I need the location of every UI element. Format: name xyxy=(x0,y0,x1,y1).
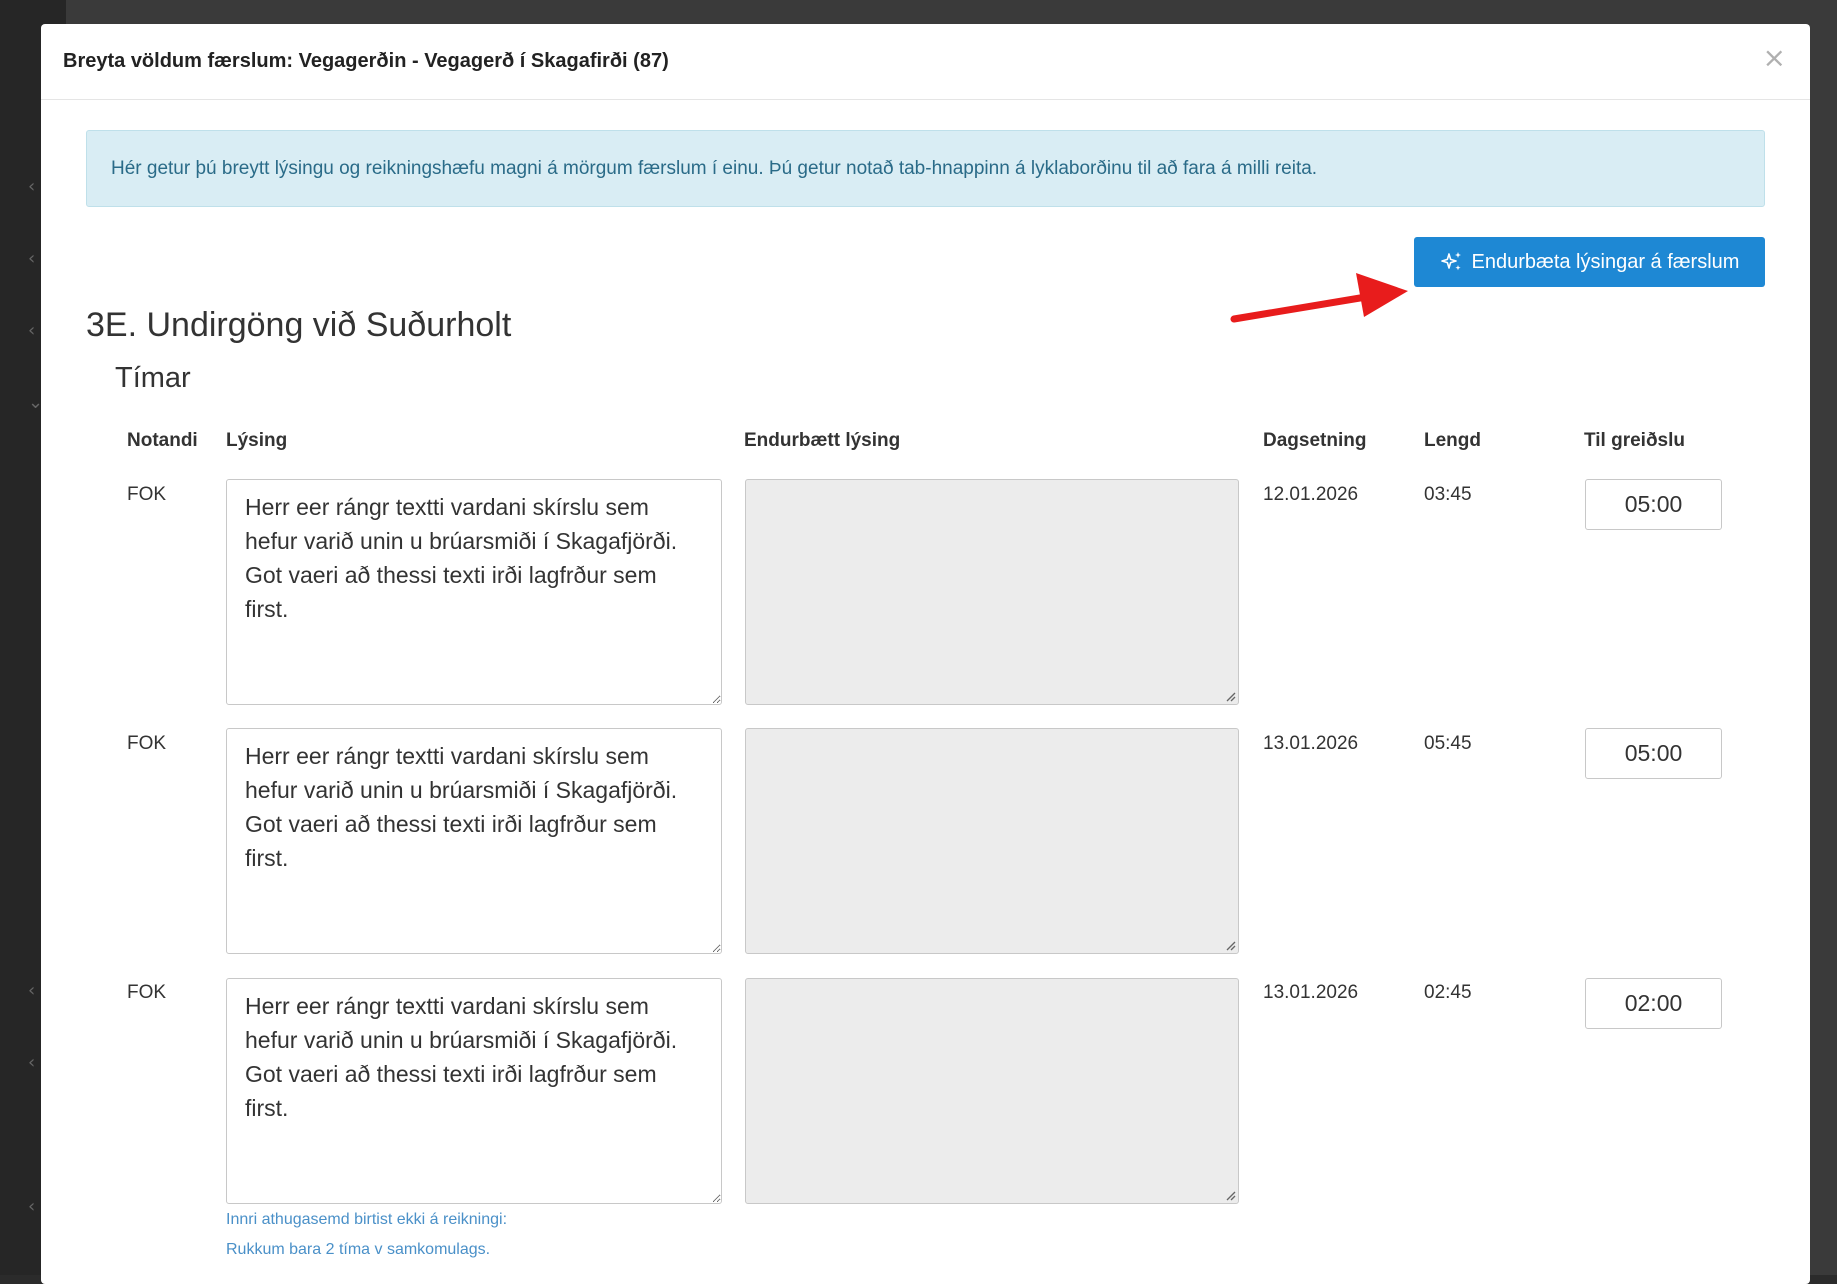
enhanced-description-field[interactable] xyxy=(745,479,1239,705)
enhance-button-label: Endurbæta lýsingar á færslum xyxy=(1471,250,1740,273)
row-length: 02:45 xyxy=(1424,982,1472,1003)
payable-input[interactable] xyxy=(1585,978,1722,1029)
enhance-descriptions-button[interactable]: Endurbæta lýsingar á færslum xyxy=(1414,237,1765,287)
row-user: FOK xyxy=(127,982,167,1003)
column-header-date: Dagsetning xyxy=(1263,430,1367,451)
app-right-panel xyxy=(1808,24,1837,1275)
sparkle-icon xyxy=(1440,252,1461,271)
description-textarea[interactable]: Herr eer rángr textti vardani skírslu se… xyxy=(226,728,722,954)
row-date: 13.01.2026 xyxy=(1263,733,1359,754)
enhanced-description-field[interactable] xyxy=(745,978,1239,1204)
chevron-left-icon: ‹ xyxy=(28,1196,36,1217)
chevron-left-icon: ‹ xyxy=(28,320,36,341)
column-header-user: Notandi xyxy=(127,430,198,451)
enhanced-description-field[interactable] xyxy=(745,728,1239,954)
row-date: 13.01.2026 xyxy=(1263,982,1359,1003)
internal-note-text: Rukkum bara 2 tíma v samkomulags. xyxy=(226,1241,491,1258)
section-title: 3E. Undirgöng við Suðurholt xyxy=(86,306,512,344)
chevron-left-icon: ‹ xyxy=(28,1052,36,1073)
subsection-title: Tímar xyxy=(115,362,191,394)
resize-grip-icon[interactable] xyxy=(1224,1189,1236,1201)
payable-input[interactable] xyxy=(1585,728,1722,779)
close-icon[interactable]: × xyxy=(1763,44,1786,72)
edit-entries-modal: Breyta völdum færslum: Vegagerðin - Vega… xyxy=(41,24,1810,1284)
row-length: 03:45 xyxy=(1424,484,1472,505)
chevron-left-icon: ‹ xyxy=(28,980,36,1001)
internal-note-label: Innri athugasemd birtist ekki á reikning… xyxy=(226,1211,508,1228)
info-alert: Hér getur þú breytt lýsingu og reiknings… xyxy=(86,130,1765,207)
annotation-arrow-icon xyxy=(1230,273,1408,323)
column-header-payable: Til greiðslu xyxy=(1584,430,1686,451)
modal-title: Breyta völdum færslum: Vegagerðin - Vega… xyxy=(63,50,669,72)
chevron-left-icon: ‹ xyxy=(28,248,36,269)
payable-input[interactable] xyxy=(1585,479,1722,530)
app-topbar xyxy=(66,0,1837,24)
row-user: FOK xyxy=(127,484,167,505)
column-header-enhanced-description: Endurbætt lýsing xyxy=(744,430,901,451)
description-textarea[interactable]: Herr eer rángr textti vardani skírslu se… xyxy=(226,479,722,705)
resize-grip-icon[interactable] xyxy=(1224,690,1236,702)
row-length: 05:45 xyxy=(1424,733,1472,754)
row-date: 12.01.2026 xyxy=(1263,484,1359,505)
description-textarea[interactable]: Herr eer rángr textti vardani skírslu se… xyxy=(226,978,722,1204)
modal-header: Breyta völdum færslum: Vegagerðin - Vega… xyxy=(41,24,1810,100)
info-alert-text: Hér getur þú breytt lýsingu og reiknings… xyxy=(111,157,1318,179)
column-header-description: Lýsing xyxy=(226,430,288,451)
chevron-left-icon: ‹ xyxy=(28,176,36,197)
column-header-length: Lengd xyxy=(1424,430,1481,451)
row-user: FOK xyxy=(127,733,167,754)
resize-grip-icon[interactable] xyxy=(1224,939,1236,951)
